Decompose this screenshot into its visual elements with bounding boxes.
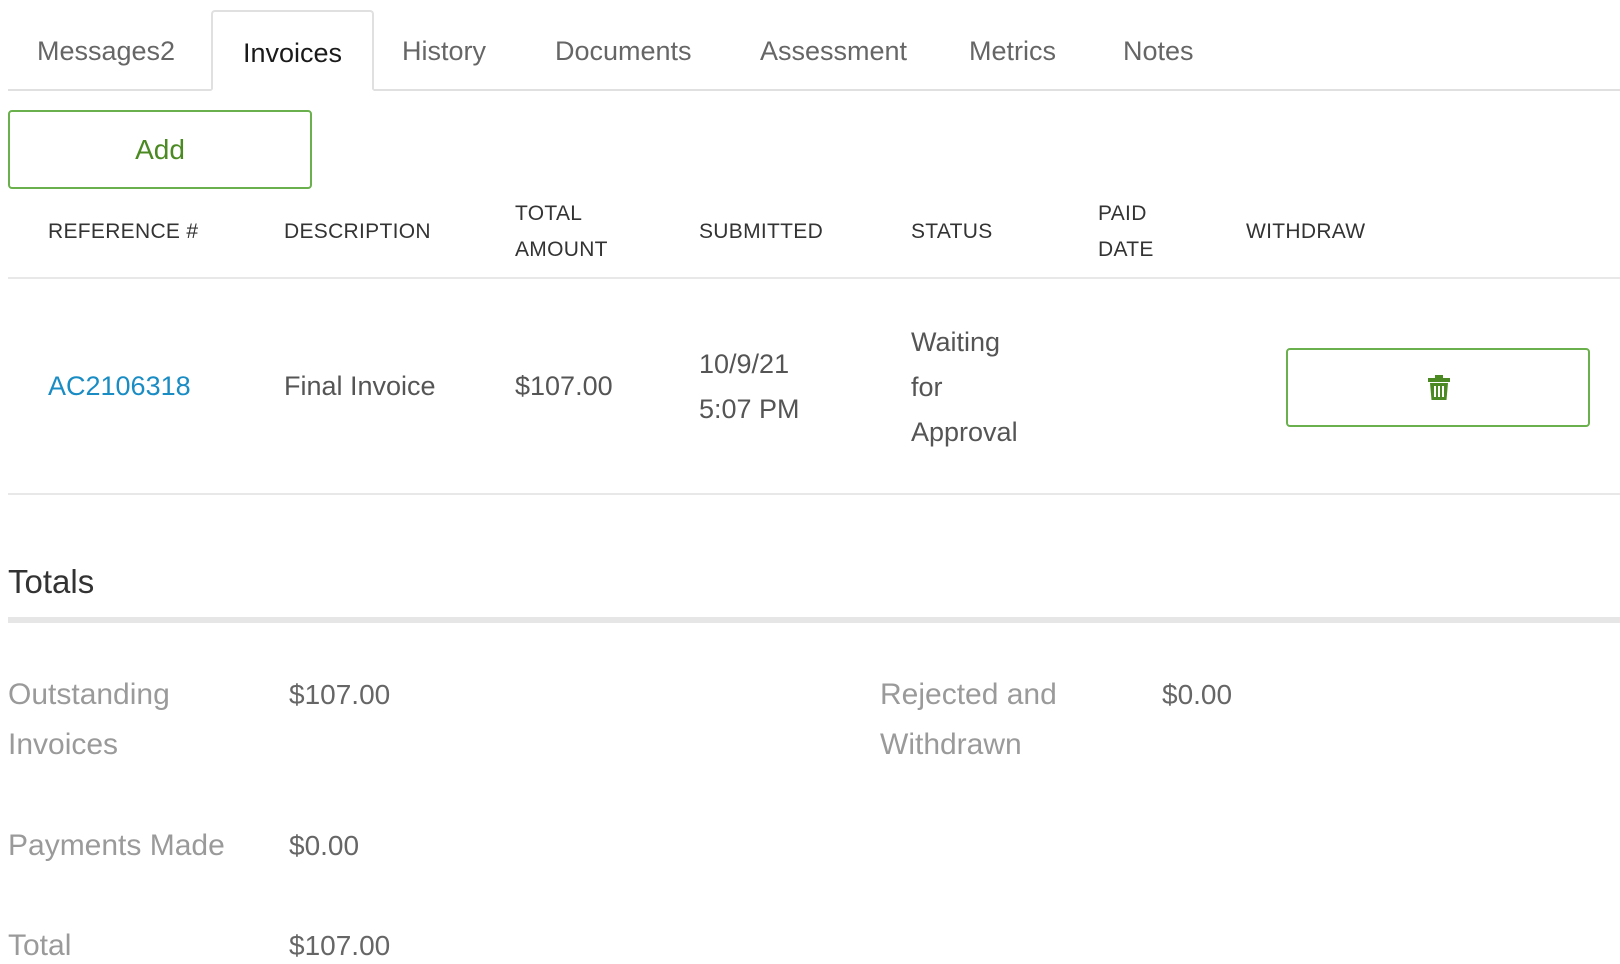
invoice-status-line1: Waiting [911, 327, 1001, 357]
withdraw-button[interactable] [1286, 348, 1590, 427]
tab-documents[interactable]: Documents [555, 10, 692, 91]
column-header-total-amount[interactable]: TOTAL AMOUNT [515, 196, 635, 268]
invoice-status-line3: Approval [911, 417, 1018, 447]
trash-icon [1428, 375, 1450, 400]
column-header-paid-date[interactable]: PAID DATE [1098, 196, 1218, 268]
invoice-total-amount: $107.00 [515, 371, 613, 401]
invoice-submitted-time: 5:07 PM [699, 394, 800, 424]
rejected-withdrawn-value: $0.00 [1162, 679, 1233, 710]
invoice-description: Final Invoice [284, 371, 436, 401]
tab-messages[interactable]: Messages2 [37, 10, 175, 91]
rejected-withdrawn-label: Rejected and Withdrawn [880, 670, 1110, 770]
tab-assessment[interactable]: Assessment [760, 10, 907, 91]
totals-heading: Totals [8, 563, 95, 600]
tab-bar: Messages2 Invoices History Documents Ass… [8, 10, 1620, 91]
outstanding-invoices-value: $107.00 [289, 679, 391, 710]
column-header-submitted[interactable]: SUBMITTED [699, 214, 823, 250]
invoice-status: Waiting for Approval [911, 320, 1051, 455]
total-value: $107.00 [289, 930, 391, 961]
column-header-total-amount-line1: TOTAL [515, 202, 583, 225]
invoice-table-header: REFERENCE # DESCRIPTION TOTAL AMOUNT SUB… [8, 190, 1620, 279]
invoice-reference-link[interactable]: AC2106318 [48, 364, 191, 409]
column-header-total-amount-line2: AMOUNT [515, 238, 608, 261]
invoice-status-line2: for [911, 372, 943, 402]
tab-notes[interactable]: Notes [1123, 10, 1194, 91]
invoice-submitted-date: 10/9/21 [699, 349, 790, 379]
outstanding-invoices-label: Outstanding Invoices [8, 670, 238, 770]
column-header-paid-date-line2: DATE [1098, 238, 1154, 261]
column-header-description[interactable]: DESCRIPTION [284, 214, 431, 250]
totals-divider [8, 617, 1620, 623]
tab-metrics[interactable]: Metrics [969, 10, 1056, 91]
payments-made-label: Payments Made [8, 829, 225, 862]
invoices-page: Messages2 Invoices History Documents Ass… [0, 0, 1620, 964]
total-label: Total [8, 929, 72, 962]
outstanding-invoices-label-line2: Invoices [8, 728, 119, 761]
column-header-reference[interactable]: REFERENCE # [48, 214, 198, 250]
invoice-submitted: 10/9/21 5:07 PM [699, 342, 839, 432]
tab-invoices[interactable]: Invoices [211, 10, 374, 91]
payments-made-value: $0.00 [289, 830, 360, 861]
column-header-paid-date-line1: PAID [1098, 202, 1147, 225]
add-invoice-button[interactable]: Add [8, 110, 312, 189]
column-header-status[interactable]: STATUS [911, 214, 993, 250]
rejected-withdrawn-label-line1: Rejected and [880, 678, 1057, 711]
column-header-withdraw: WITHDRAW [1246, 220, 1366, 243]
rejected-withdrawn-label-line2: Withdrawn [880, 728, 1022, 761]
outstanding-invoices-label-line1: Outstanding [8, 678, 170, 711]
tab-history[interactable]: History [402, 10, 486, 91]
table-row: AC2106318 Final Invoice $107.00 10/9/21 … [8, 279, 1620, 495]
